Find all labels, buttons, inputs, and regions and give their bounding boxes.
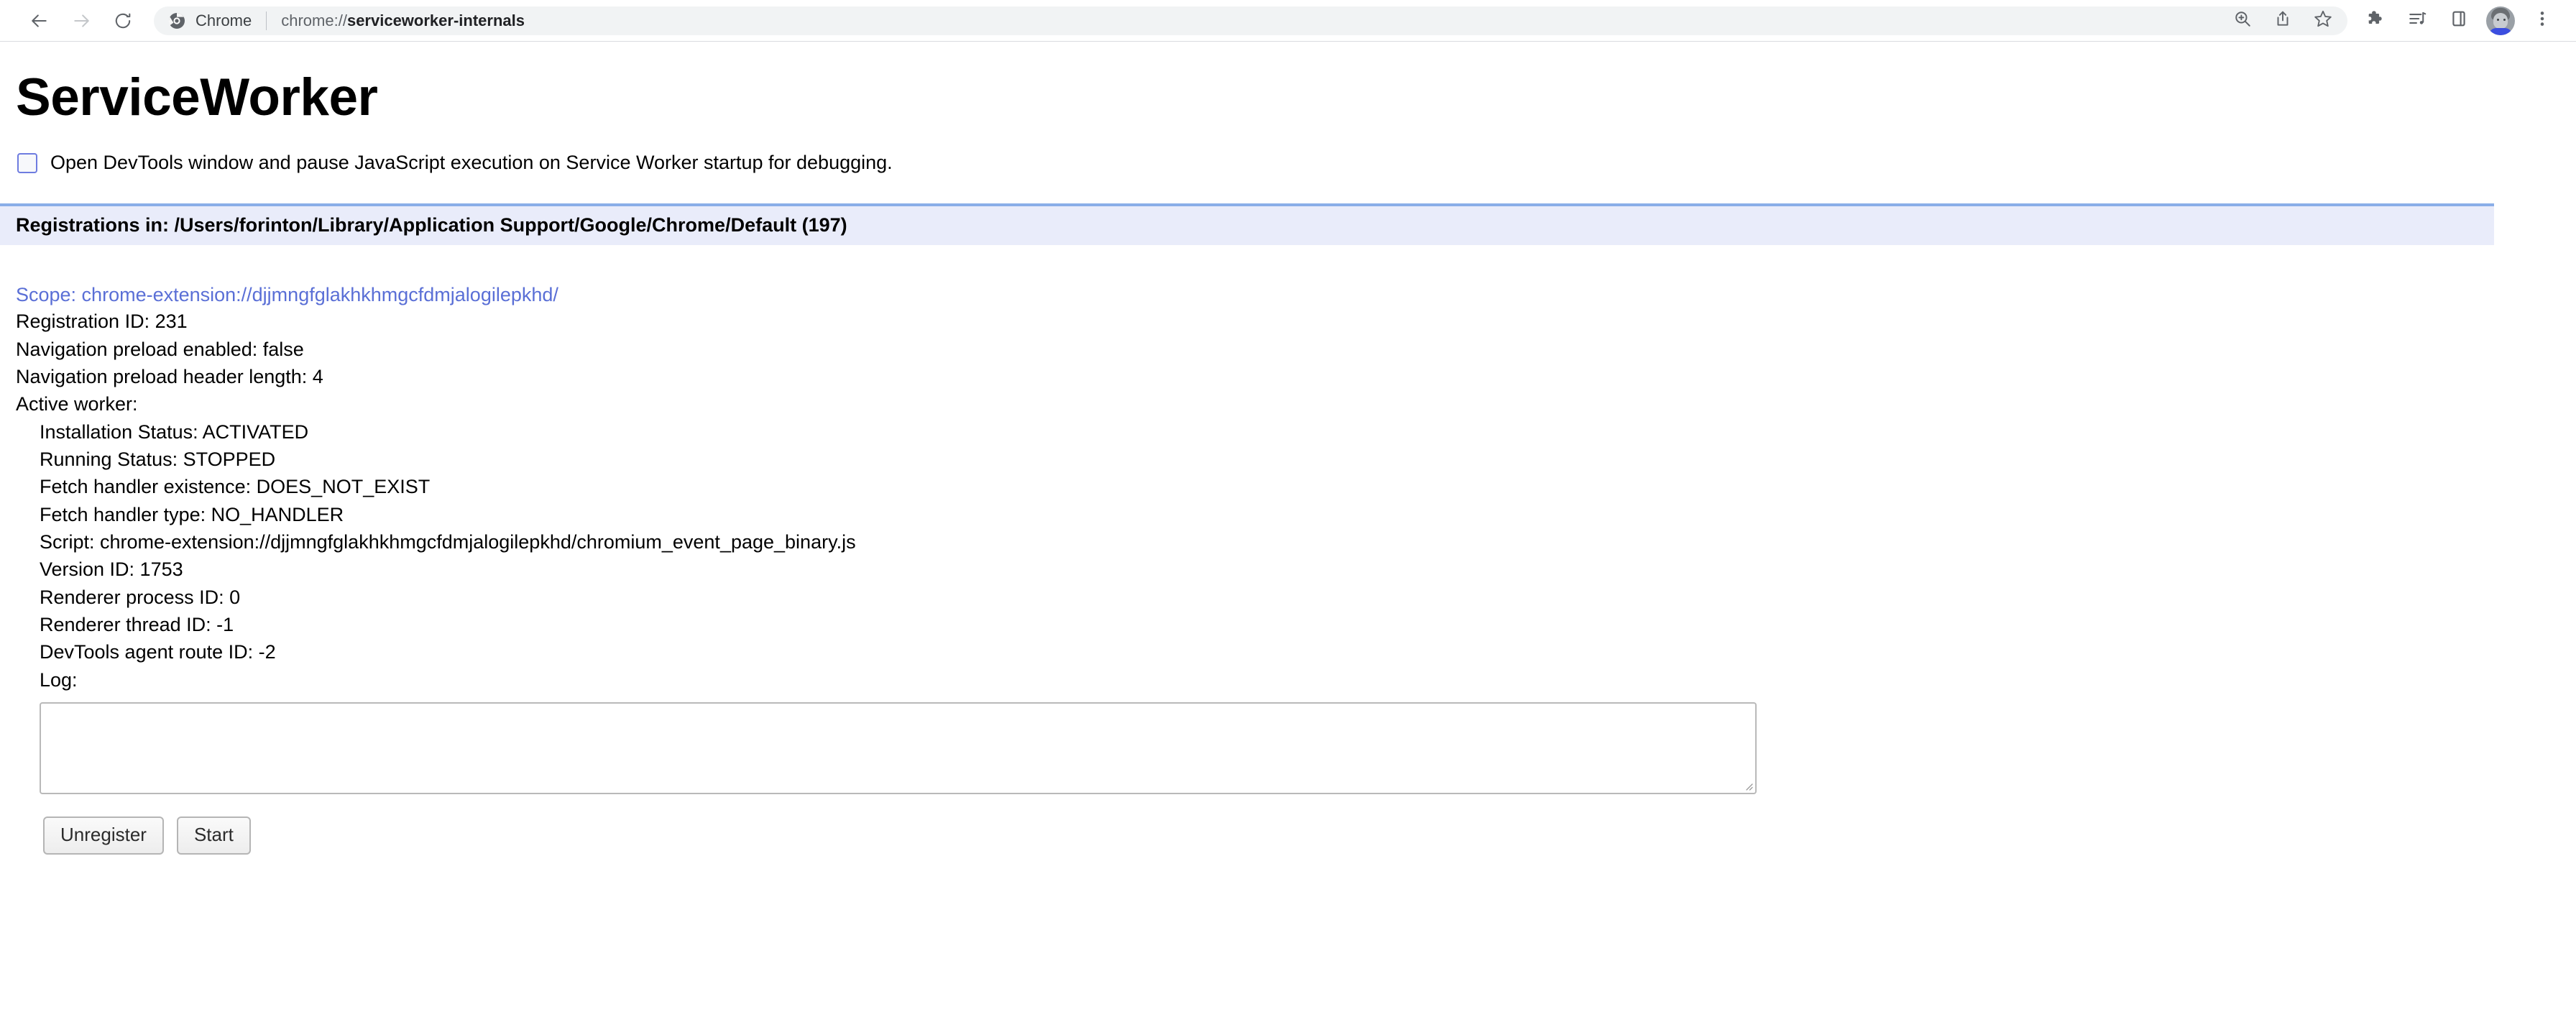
omnibox-url-host: serviceworker-internals: [346, 11, 525, 29]
version-id: Version ID: 1753: [40, 558, 183, 581]
star-icon: [2314, 9, 2332, 32]
registrations-header-text: Registrations in: /Users/forinton/Librar…: [16, 213, 847, 236]
browser-toolbar: Chrome chrome://serviceworker-internals: [0, 0, 2576, 42]
toolbar-right-actions: [2355, 0, 2563, 42]
registration-id: Registration ID: 231: [16, 310, 188, 333]
worker-script-path: Script: chrome-extension://djjmngfglakhk…: [40, 530, 856, 553]
side-panel-button[interactable]: [2438, 0, 2480, 42]
serviceworker-internals-page: ServiceWorker Open DevTools window and p…: [0, 42, 2576, 855]
omnibox-url[interactable]: chrome://serviceworker-internals: [281, 12, 2222, 30]
log-textarea[interactable]: [40, 702, 1757, 794]
devtools-agent-route-id: DevTools agent route ID: -2: [40, 641, 276, 663]
forward-button[interactable]: [60, 0, 102, 42]
side-panel-icon: [2450, 9, 2468, 32]
renderer-thread-id: Renderer thread ID: -1: [40, 613, 234, 635]
bookmark-button[interactable]: [2303, 6, 2343, 35]
forward-arrow-icon: [72, 12, 91, 30]
renderer-process-id: Renderer process ID: 0: [40, 586, 241, 608]
open-devtools-label: Open DevTools window and pause JavaScrip…: [50, 152, 893, 174]
chrome-menu-button[interactable]: [2521, 0, 2563, 42]
running-status: Running Status: STOPPED: [40, 448, 276, 470]
reload-icon: [114, 12, 132, 30]
fetch-handler-type: Fetch handler type: NO_HANDLER: [40, 503, 344, 525]
extensions-button[interactable]: [2355, 0, 2396, 42]
avatar: [2486, 6, 2515, 35]
back-button[interactable]: [19, 0, 60, 42]
navigation-preload-header-length: Navigation preload header length: 4: [16, 365, 323, 387]
omnibox-url-scheme: chrome://: [281, 11, 347, 29]
back-arrow-icon: [30, 12, 49, 30]
registrations-header-bar: Registrations in: /Users/forinton/Librar…: [0, 203, 2494, 245]
log-label: Log:: [40, 668, 78, 691]
start-button[interactable]: Start: [176, 816, 251, 855]
reading-list-icon: [2408, 9, 2426, 32]
installation-status: Installation Status: ACTIVATED: [40, 420, 309, 443]
registration-entry: Scope: chrome-extension://djjmngfglakhkh…: [0, 282, 2576, 855]
chrome-logo-icon: [168, 12, 185, 29]
devtools-option-row: Open DevTools window and pause JavaScrip…: [0, 126, 2576, 173]
share-icon: [2273, 9, 2292, 32]
navigation-preload-enabled: Navigation preload enabled: false: [16, 338, 304, 360]
registration-actions: Unregister Start: [16, 816, 2576, 855]
avatar-face: [2493, 12, 2508, 29]
open-devtools-checkbox[interactable]: [17, 152, 37, 173]
avatar-eye-right: [2503, 18, 2506, 21]
profile-button[interactable]: [2480, 0, 2521, 42]
fetch-handler-existence: Fetch handler existence: DOES_NOT_EXIST: [40, 476, 431, 498]
active-worker-label: Active worker:: [16, 393, 138, 415]
avatar-body: [2489, 27, 2512, 35]
zoom-button[interactable]: [2222, 6, 2263, 35]
avatar-eye-left: [2497, 18, 2499, 21]
omnibox-actions: [2222, 6, 2343, 35]
page-title: ServiceWorker: [16, 68, 378, 126]
reading-list-button[interactable]: [2396, 0, 2438, 42]
unregister-button[interactable]: Unregister: [43, 816, 164, 855]
share-button[interactable]: [2263, 6, 2303, 35]
three-dot-menu-icon: [2533, 9, 2552, 32]
omnibox-divider: [266, 11, 267, 30]
puzzle-icon: [2366, 9, 2385, 32]
registration-scope-link[interactable]: Scope: chrome-extension://djjmngfglakhkh…: [16, 282, 2576, 308]
omnibox-chip-label: Chrome: [196, 11, 252, 29]
zoom-in-icon: [2233, 9, 2252, 32]
address-bar[interactable]: Chrome chrome://serviceworker-internals: [154, 6, 2347, 35]
reload-button[interactable]: [102, 0, 144, 42]
log-textarea-wrapper: [16, 694, 1757, 794]
